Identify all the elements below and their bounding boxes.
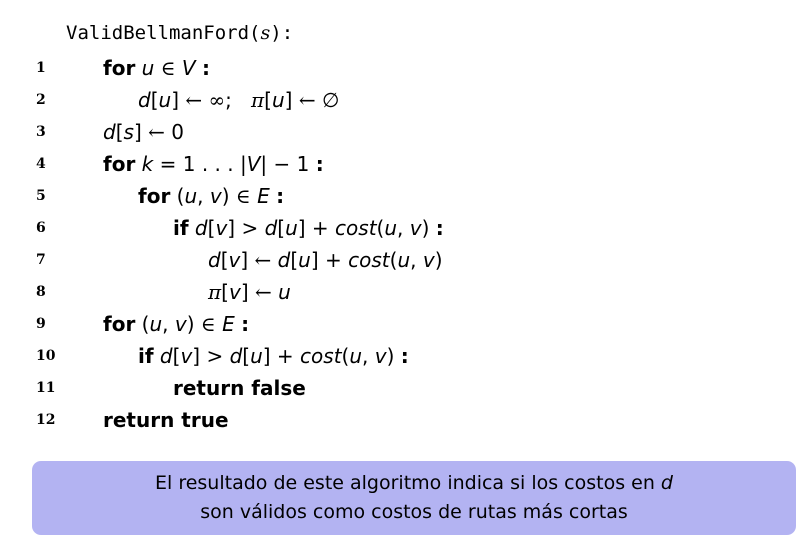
code-text: π[v] ← u: [208, 280, 291, 304]
code-line-6: 6 if d[v] > d[u] + cost(u, v) :: [0, 212, 810, 244]
code-line-8: 8 π[v] ← u: [0, 276, 810, 308]
code-text: if d[v] > d[u] + cost(u, v) :: [173, 216, 444, 240]
code-text: d[s] ← 0: [103, 120, 184, 144]
code-line-7: 7 d[v] ← d[u] + cost(u, v): [0, 244, 810, 276]
line-number: 8: [36, 284, 46, 300]
code-text: for k = 1 . . . |V| − 1 :: [103, 152, 324, 176]
line-number: 5: [36, 188, 46, 204]
line-number: 7: [36, 252, 46, 268]
code-line-2: 2 d[u] ← ∞; π[u] ← ∅: [0, 84, 810, 116]
line-number: 3: [36, 124, 46, 140]
callout-variable: d: [660, 472, 673, 494]
code-line-1: 1 for u ∈ V :: [0, 52, 810, 84]
line-number: 9: [36, 316, 46, 332]
code-line-11: 11 return false: [0, 372, 810, 404]
algorithm-title: ValidBellmanFord(s):: [66, 22, 294, 44]
code-text: if d[v] > d[u] + cost(u, v) :: [138, 344, 409, 368]
line-number: 4: [36, 156, 46, 172]
code-line-12: 12 return true: [0, 404, 810, 436]
code-text: for (u, v) ∈ E :: [103, 312, 250, 336]
code-text: d[u] ← ∞; π[u] ← ∅: [138, 88, 340, 112]
line-number: 1: [36, 60, 46, 76]
code-line-4: 4 for k = 1 . . . |V| − 1 :: [0, 148, 810, 180]
note-callout: El resultado de este algoritmo indica si…: [32, 461, 796, 535]
callout-line-1: El resultado de este algoritmo indica si…: [155, 472, 673, 494]
code-line-3: 3 d[s] ← 0: [0, 116, 810, 148]
code-line-5: 5 for (u, v) ∈ E :: [0, 180, 810, 212]
code-text: for (u, v) ∈ E :: [138, 184, 285, 208]
code-text: d[v] ← d[u] + cost(u, v): [208, 248, 443, 272]
callout-line-2: son válidos como costos de rutas más cor…: [200, 501, 628, 523]
code-line-10: 10 if d[v] > d[u] + cost(u, v) :: [0, 340, 810, 372]
line-number: 2: [36, 92, 46, 108]
line-number: 6: [36, 220, 46, 236]
code-text: return true: [103, 408, 229, 432]
line-number: 11: [36, 380, 56, 396]
algorithm-name: ValidBellmanFord: [66, 22, 250, 44]
code-line-9: 9 for (u, v) ∈ E :: [0, 308, 810, 340]
code-text: for u ∈ V :: [103, 56, 210, 80]
line-number: 12: [36, 412, 56, 428]
algorithm-param: s: [260, 22, 271, 44]
line-number: 10: [36, 348, 56, 364]
code-text: return false: [173, 376, 306, 400]
